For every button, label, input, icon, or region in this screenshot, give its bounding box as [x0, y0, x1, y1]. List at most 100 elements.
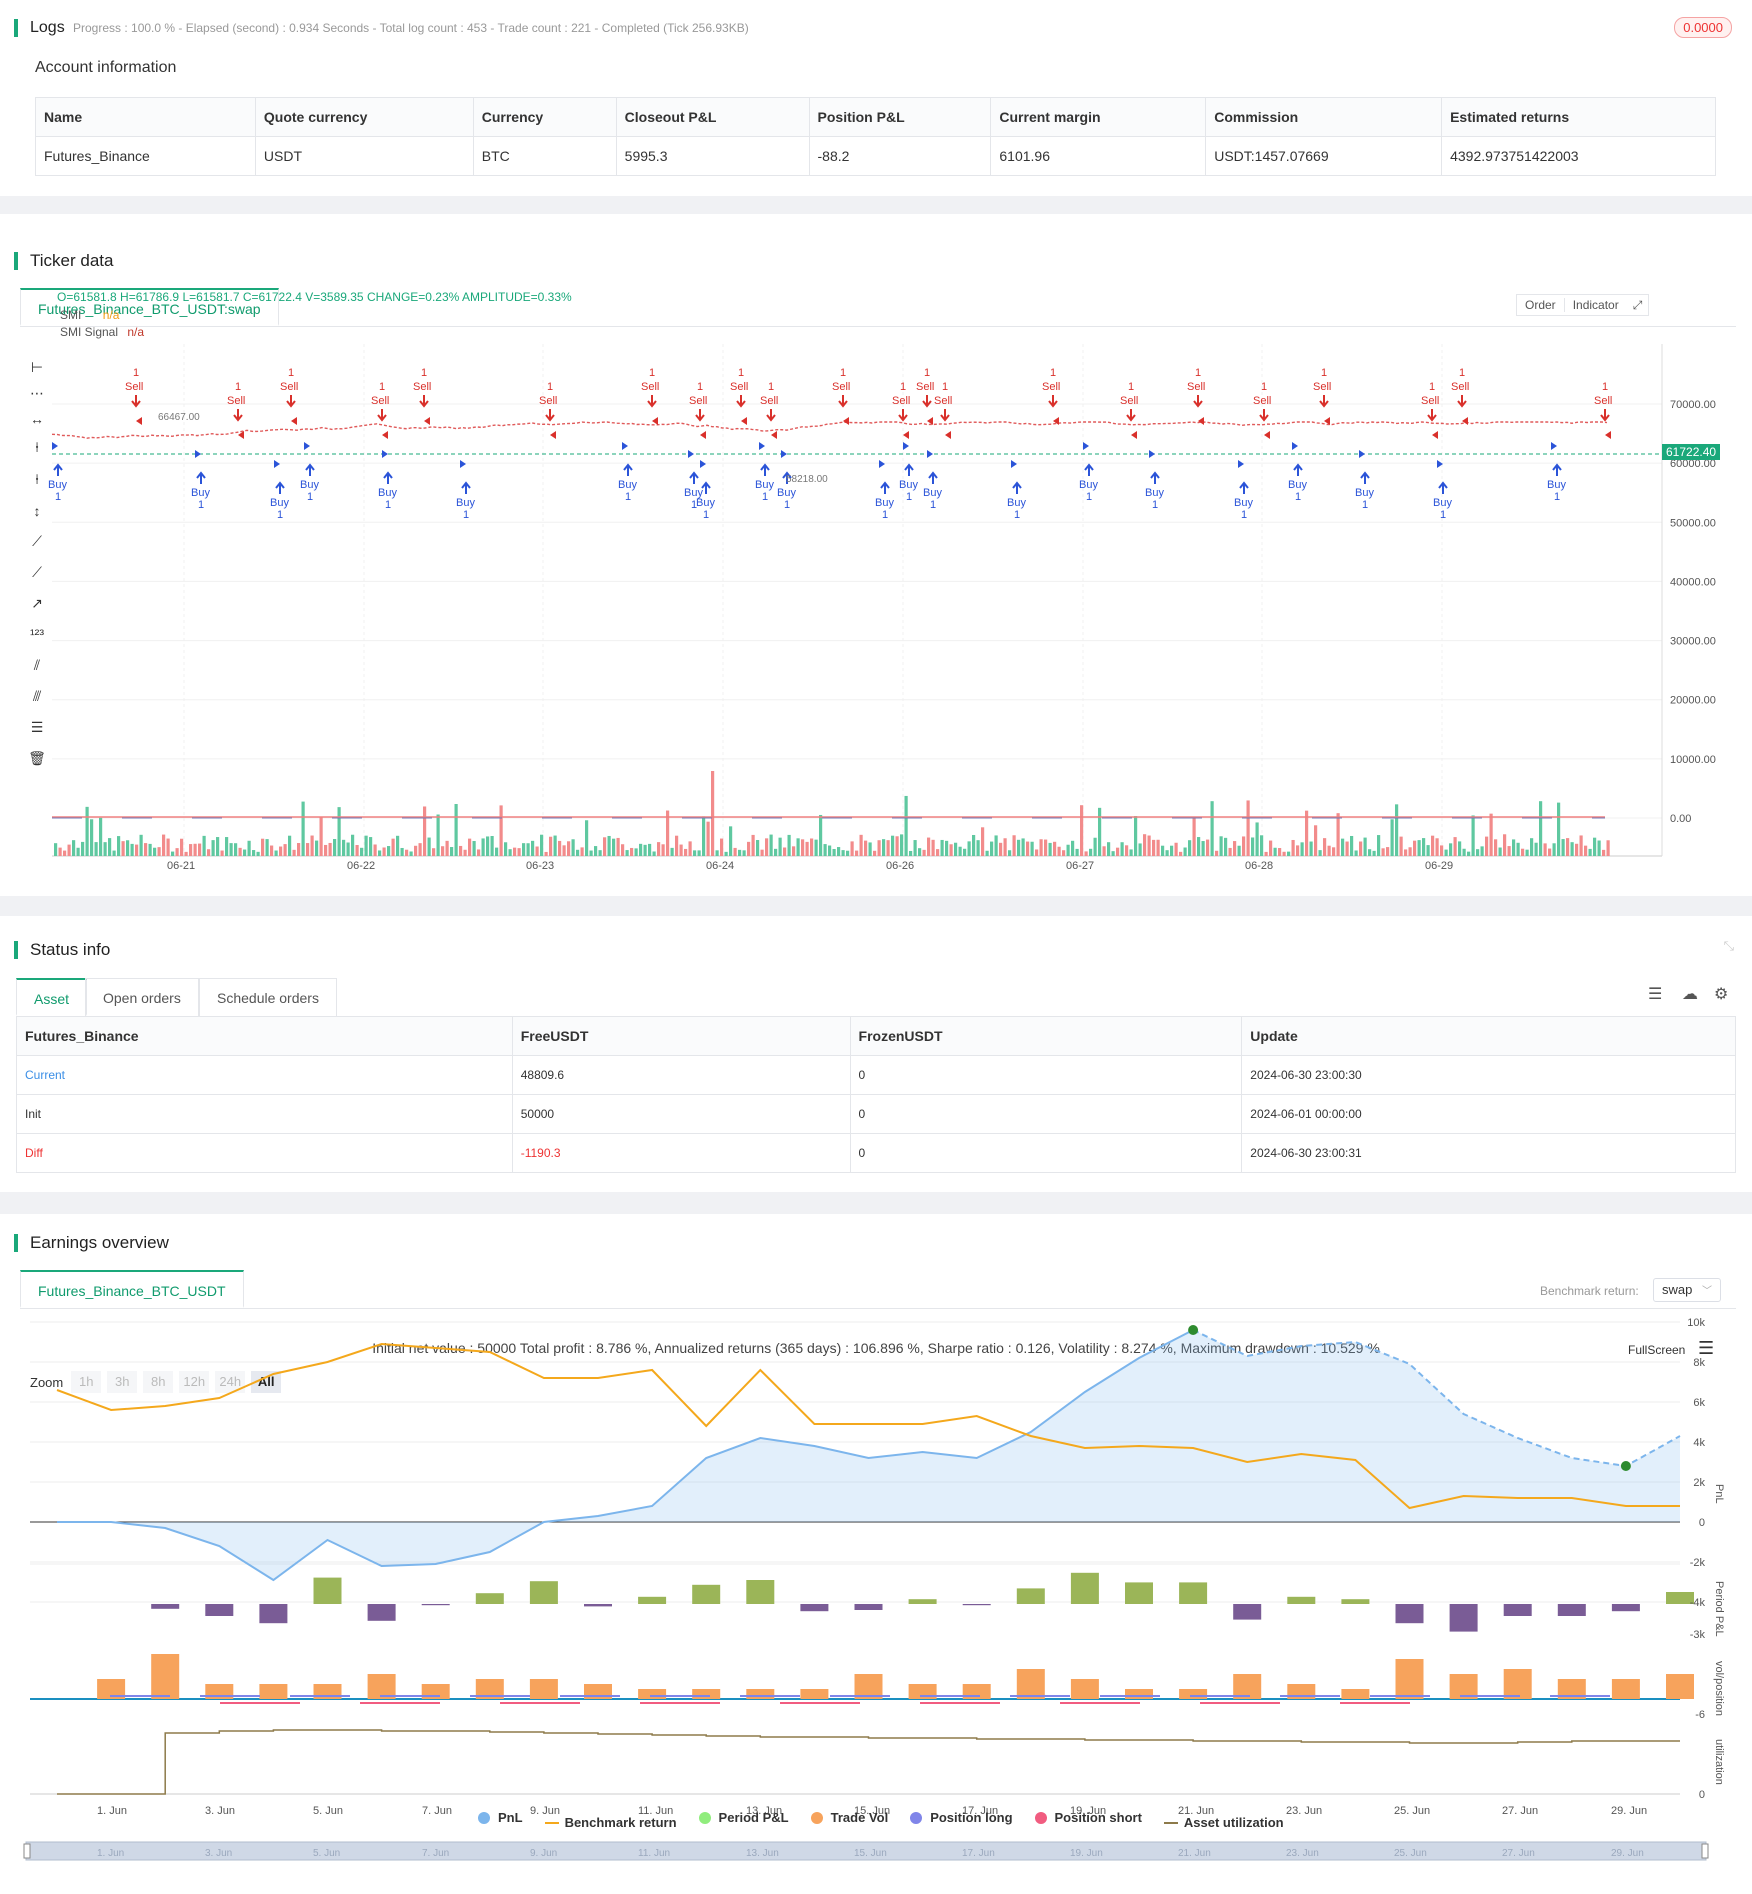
trade-vol-bar [1341, 1689, 1370, 1699]
volume-bar [931, 839, 935, 856]
table-cell: Futures_Binance [35, 136, 256, 176]
volume-bar [598, 850, 602, 856]
sell-label: Sell [280, 381, 298, 393]
volume-bar [373, 844, 377, 856]
volume-bar [796, 838, 800, 856]
table-cell: -88.2 [808, 136, 992, 176]
period-pnl-bar [475, 1593, 504, 1604]
buy-marker [1083, 442, 1089, 450]
list-icon[interactable]: ☰ [1648, 984, 1662, 1004]
volume-bar [1309, 841, 1313, 856]
volume-bar [112, 850, 116, 856]
buy-label: Buy [755, 479, 774, 491]
table-cell: -1190.3 [511, 1133, 851, 1173]
buy-arrow [689, 471, 699, 484]
buy-marker [759, 442, 765, 450]
volume-bar [1291, 839, 1295, 856]
volume-bar [1498, 847, 1502, 856]
sell-qty-label: 1 [133, 367, 139, 379]
legend-swatch [698, 1811, 711, 1824]
tab-schedule-orders[interactable]: Schedule orders [199, 978, 337, 1016]
y-tick-label: 10000.00 [1670, 754, 1716, 766]
legend-swatch [810, 1811, 823, 1824]
sell-arrow [1427, 409, 1437, 422]
volume-bar [472, 841, 476, 856]
collapse-icon[interactable]: ⤡ [1724, 938, 1734, 954]
candlestick-chart[interactable]: 1 Sell 1 Sell 1 Sell 1 Sell 1 Sell 1 Sell 1 Sell 1 Sell… [0, 214, 1752, 896]
table-cell: 2024-06-01 00:00:00 [1241, 1094, 1736, 1134]
navigator-handle-left [23, 1843, 31, 1859]
period-pnl-bar [313, 1577, 342, 1604]
volume-bar [864, 840, 868, 856]
volume-bar [1534, 842, 1538, 856]
volume-bar [1602, 849, 1606, 856]
volume-bar [94, 842, 98, 856]
table-header: Position P&L [808, 97, 992, 137]
volume-bar [1377, 835, 1381, 856]
tab-open-orders[interactable]: Open orders [85, 978, 199, 1016]
settings-icon[interactable]: ⚙ [1714, 984, 1728, 1004]
buy-marker [1551, 442, 1557, 450]
cloud-download-icon[interactable]: ☁ [1682, 984, 1698, 1004]
earnings-chart[interactable]: 10k 8k 6k 4k 2k 0 -2k -4k PnL Period P&L vol/posit… [0, 1214, 1752, 1894]
volume-bar [1318, 850, 1322, 856]
sell-label: Sell [892, 395, 910, 407]
legend-item[interactable]: Asset utilization [1163, 1815, 1284, 1830]
tab-asset[interactable]: Asset [16, 978, 88, 1016]
volume-bar [1606, 840, 1610, 856]
volume-bar [846, 850, 850, 856]
volume-bar [1390, 819, 1394, 856]
volume-bar [621, 844, 625, 856]
volume-bar [1251, 837, 1255, 856]
buy-marker [195, 450, 201, 458]
x-tick-label: 06-24 [706, 860, 734, 872]
volume-bar [571, 839, 575, 856]
volume-bar [1458, 841, 1462, 856]
sell-qty-label: 1 [1195, 367, 1201, 379]
volume-bar [148, 843, 152, 856]
volume-bar [346, 842, 350, 856]
buy-label: Buy [1547, 479, 1566, 491]
table-cell: 0 [849, 1055, 1243, 1095]
sell-marker [1264, 431, 1270, 439]
volume-bar [751, 834, 755, 856]
navigator-label: 27. Jun [1502, 1848, 1535, 1859]
legend-item[interactable]: PnL [478, 1810, 523, 1825]
volume-bar [162, 834, 166, 856]
navigator-label: 15. Jun [854, 1848, 887, 1859]
volume-bar [1129, 849, 1133, 856]
volume-bar [1260, 835, 1264, 856]
volume-bar [400, 847, 404, 856]
legend-item[interactable]: Position short [1034, 1810, 1142, 1825]
volume-bar [1282, 851, 1286, 856]
volume-bar [382, 847, 386, 856]
legend-item[interactable]: Position long [910, 1810, 1013, 1825]
table-row: Diff -1190.3 0 2024-06-30 23:00:31 [16, 1133, 1736, 1173]
price-line [51, 421, 1608, 439]
logs-badge[interactable]: 0.0000 [1674, 17, 1732, 38]
trade-vol-bar [1503, 1669, 1532, 1699]
volume-bar [1575, 843, 1579, 856]
buy-qty-label: 1 [1554, 491, 1560, 503]
trade-vol-bar [1611, 1679, 1640, 1699]
table-cell: 50000 [511, 1094, 851, 1134]
volume-bar [1062, 850, 1066, 856]
volume-bar [994, 835, 998, 856]
volume-bar [553, 835, 557, 856]
volume-bar [247, 840, 251, 856]
volume-bar [396, 835, 400, 856]
volume-bar [117, 836, 121, 856]
legend-item[interactable]: Benchmark return [544, 1815, 677, 1830]
sell-qty-label: 1 [235, 381, 241, 393]
buy-qty-label: 1 [277, 509, 283, 521]
volume-bar [999, 842, 1003, 856]
volume-bar [1467, 851, 1471, 856]
volume-bar [490, 836, 494, 856]
y-tick-label: 40000.00 [1670, 576, 1716, 588]
buy-label: Buy [456, 497, 475, 509]
legend-item[interactable]: Trade Vol [810, 1810, 888, 1825]
y-tick-label: 8k [1693, 1357, 1705, 1369]
legend-item[interactable]: Period P&L [698, 1810, 789, 1825]
buy-label: Buy [1234, 497, 1253, 509]
buy-label: Buy [270, 497, 289, 509]
